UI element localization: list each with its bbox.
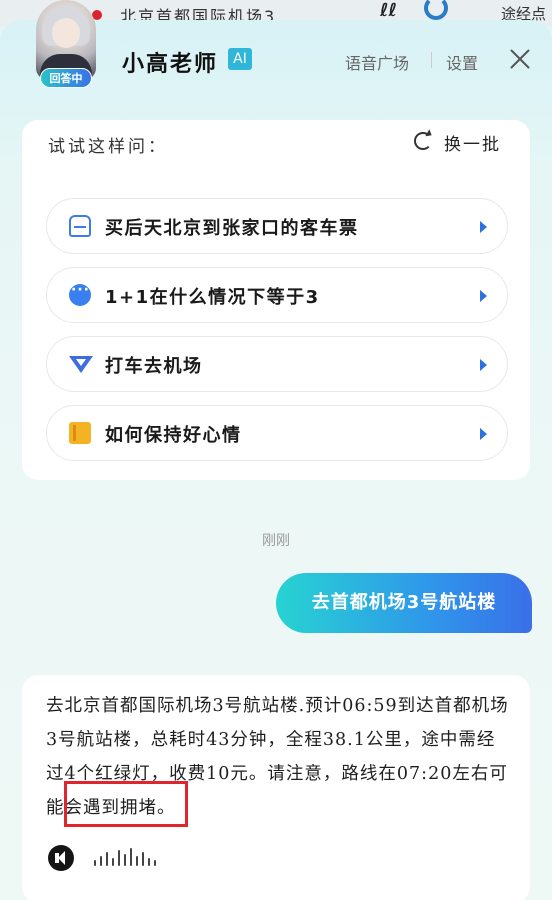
settings-link[interactable]: 设置 [446,50,478,74]
user-message-bubble[interactable]: 去首都机场3号航站楼 [276,573,532,633]
suggestion-item-bus-tickets[interactable]: 买后天北京到张家口的客车票 [46,198,508,254]
chevron-right-icon [480,359,487,371]
map-loading-icon [424,0,448,20]
suggestion-label: 如何保持好心情 [105,425,242,446]
refresh-icon [414,132,432,150]
avatar-face [52,18,80,48]
suggestion-label: 1+1在什么情况下等于3 [105,287,320,308]
assistant-panel: 回答中 小高老师 AI 语音广场 设置 试试这样问： 换一批 买后天北京到张家口… [0,0,552,900]
chevron-right-icon [480,290,487,302]
status-badge: 回答中 [40,68,92,88]
suggestion-item-taxi[interactable]: 打车去机场 [46,336,508,392]
ai-tag: AI [228,48,252,70]
assistant-answer-card[interactable]: 去北京首都国际机场3号航站楼.预计06:59到达首都机场3号航站楼，总耗时43分… [22,675,530,900]
speaker-icon[interactable] [48,845,74,871]
chevron-right-icon [480,221,487,233]
message-timestamp: 刚刚 [262,533,290,549]
suggestion-item-math[interactable]: 1+1在什么情况下等于3 [46,267,508,323]
close-icon[interactable] [506,46,534,74]
chat-bubble-icon [69,282,91,306]
bus-icon [69,215,91,237]
highlight-annotation-box [64,781,188,827]
refresh-label: 换一批 [444,135,501,155]
ride-hailing-icon [69,356,93,374]
suggestions-title: 试试这样问： [48,137,168,157]
voice-plaza-link[interactable]: 语音广场 [345,50,409,74]
audio-waveform-icon[interactable] [94,845,174,871]
suggestion-label: 打车去机场 [105,356,203,377]
suggestions-card: 试试这样问： 换一批 买后天北京到张家口的客车票 1+1在什么情况下等于3 打车… [22,120,530,480]
suggestion-label: 买后天北京到张家口的客车票 [105,218,359,239]
assistant-name: 小高老师 [122,52,219,77]
suggestion-item-mood[interactable]: 如何保持好心情 [46,405,508,461]
map-toolbar-glyph: ℓℓ [380,0,397,21]
assistant-avatar[interactable]: 回答中 [36,0,96,90]
chevron-right-icon [480,428,487,440]
book-icon [69,422,91,444]
header-divider [431,52,432,68]
